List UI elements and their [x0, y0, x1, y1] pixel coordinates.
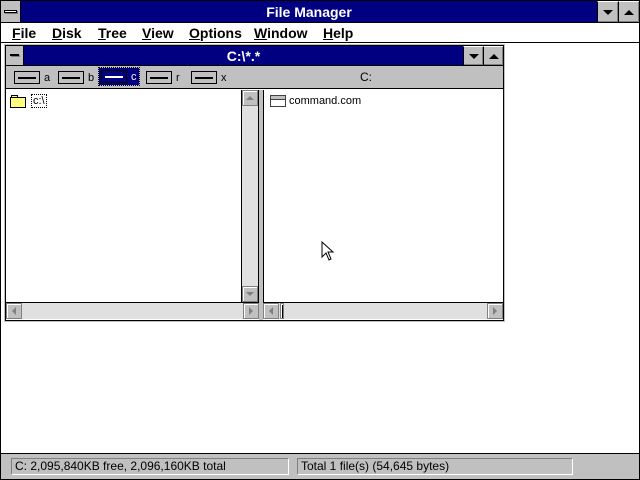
tree-horizontal-scrollbar[interactable]	[6, 302, 259, 319]
child-system-menu-icon	[10, 54, 19, 56]
minimize-button[interactable]	[597, 1, 618, 22]
scroll-left-icon	[12, 307, 16, 315]
mouse-pointer-icon	[321, 241, 335, 261]
file-list-pane[interactable]: command.com	[263, 90, 503, 302]
child-system-menu-button[interactable]	[6, 46, 24, 65]
scroll-right-icon	[249, 307, 253, 315]
hard-drive-icon	[101, 70, 127, 83]
drive-c[interactable]: c	[98, 67, 140, 86]
menu-file-label: ile	[20, 25, 37, 41]
minimize-icon	[603, 9, 613, 15]
drive-bar: a b c r x C:	[6, 66, 503, 89]
scroll-down-icon	[246, 292, 254, 296]
files-scroll-right-button[interactable]	[487, 303, 503, 319]
drive-a[interactable]: a	[14, 69, 50, 86]
tree-scroll-up-button[interactable]	[242, 90, 258, 106]
tree-vertical-scrollbar[interactable]	[241, 90, 258, 302]
file-manager-window: File Manager File Disk Tree View Options…	[0, 0, 640, 480]
directory-window: C:\*.* a b c r x C: c:\ command.com	[5, 45, 504, 321]
open-folder-icon	[10, 94, 28, 108]
network-drive-icon	[191, 71, 217, 84]
maximize-icon	[624, 9, 634, 15]
tree-item-root[interactable]: c:\	[10, 93, 47, 109]
directory-window-titlebar[interactable]: C:\*.*	[6, 46, 503, 66]
drive-b[interactable]: b	[58, 69, 94, 86]
menu-tree[interactable]: Tree	[98, 24, 127, 42]
file-item[interactable]: command.com	[270, 93, 361, 109]
drive-r[interactable]: r	[146, 69, 180, 86]
tree-item-label: c:\	[31, 94, 47, 108]
maximize-button[interactable]	[618, 1, 639, 22]
system-menu-button[interactable]	[1, 1, 21, 22]
scroll-left-icon	[269, 307, 273, 315]
menu-file[interactable]: File	[12, 24, 36, 42]
maximize-icon	[488, 53, 499, 59]
menu-view[interactable]: View	[142, 24, 174, 42]
drive-x[interactable]: x	[191, 69, 227, 86]
app-titlebar[interactable]: File Manager	[1, 1, 639, 23]
minimize-icon	[468, 53, 479, 59]
directory-tree-pane[interactable]: c:\	[6, 90, 259, 302]
scroll-right-icon	[493, 307, 497, 315]
app-title: File Manager	[266, 4, 352, 20]
scroll-up-icon	[246, 96, 254, 100]
menu-tree-label: ree	[105, 25, 127, 41]
menu-options-label: ptions	[199, 25, 242, 41]
child-minimize-button[interactable]	[463, 46, 483, 65]
menu-window[interactable]: Window	[254, 24, 308, 42]
status-disk-space: C: 2,095,840KB free, 2,096,160KB total	[11, 458, 289, 475]
menu-view-label: iew	[151, 25, 174, 41]
floppy-drive-icon	[14, 71, 40, 84]
child-maximize-button[interactable]	[483, 46, 503, 65]
program-file-icon	[270, 95, 286, 107]
status-file-count: Total 1 file(s) (54,645 bytes)	[297, 458, 573, 475]
menu-disk-label: isk	[62, 25, 82, 41]
status-bar: C: 2,095,840KB free, 2,096,160KB total T…	[1, 453, 639, 479]
menu-disk[interactable]: Disk	[52, 24, 82, 42]
system-menu-icon	[4, 10, 17, 13]
menu-options[interactable]: Options	[189, 24, 242, 42]
tree-scroll-left-button[interactable]	[6, 303, 22, 319]
cdrom-drive-icon	[146, 71, 172, 84]
file-item-name: command.com	[289, 95, 362, 107]
floppy-drive-icon	[58, 71, 84, 84]
files-scroll-thumb[interactable]	[280, 303, 284, 319]
files-horizontal-scrollbar[interactable]	[263, 302, 503, 319]
menu-bar: File Disk Tree View Options Window Help	[1, 23, 639, 43]
menu-window-label: indow	[267, 25, 308, 41]
files-scroll-left-button[interactable]	[263, 303, 279, 319]
tree-scroll-down-button[interactable]	[242, 286, 258, 302]
directory-window-title: C:\*.*	[226, 48, 261, 64]
tree-scroll-right-button[interactable]	[243, 303, 259, 319]
menu-help-label: elp	[333, 25, 354, 41]
menu-help[interactable]: Help	[323, 24, 353, 42]
current-drive-label: C:	[360, 70, 372, 84]
